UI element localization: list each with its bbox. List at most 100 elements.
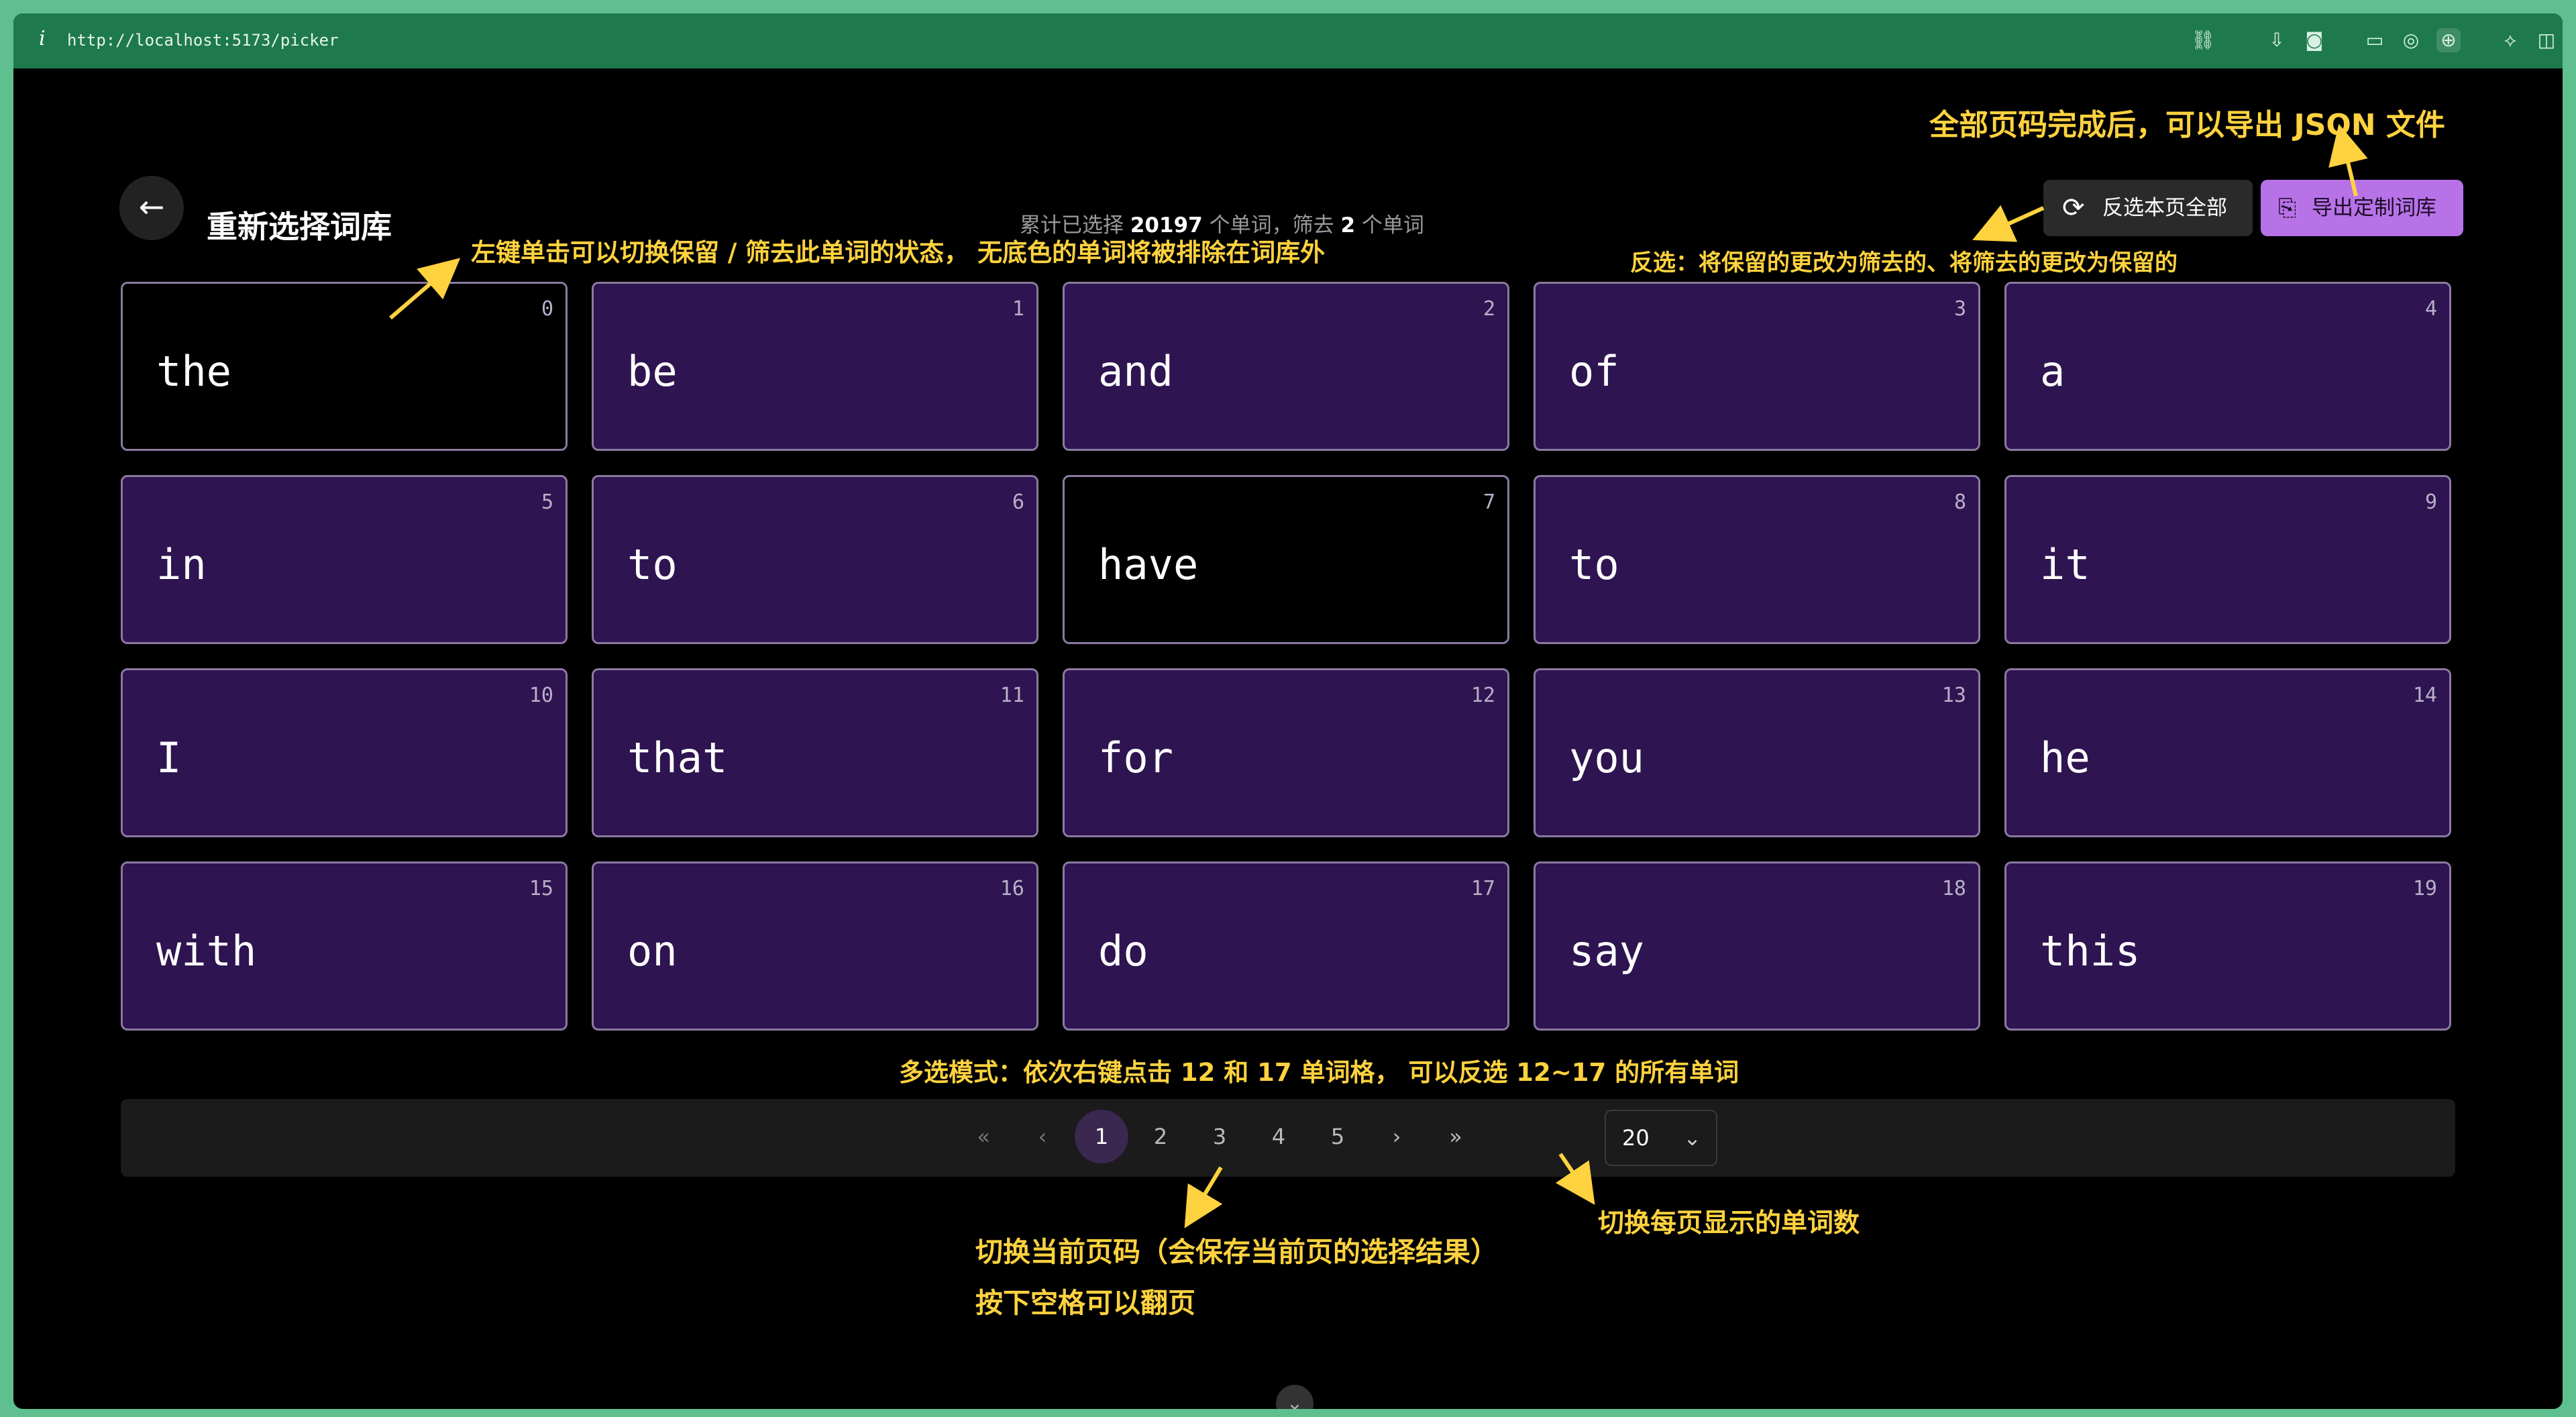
word-index: 17 [1470,877,1495,900]
arrow-invert [1972,205,2045,242]
export-wordlist-button[interactable]: ⎘ 导出定制词库 [2261,180,2463,236]
page-1-button[interactable]: 1 [1075,1110,1128,1163]
word-cell[interactable]: 12 for [1063,668,1509,837]
word-cell[interactable]: 1 be [592,282,1038,451]
word-cell[interactable]: 19 this [2004,861,2451,1031]
refresh-icon: ⟳ [2062,193,2085,223]
annotation-export: 全部页码完成后，可以导出 JSON 文件 [1929,108,2445,142]
word-text: to [627,540,678,589]
crosshair-icon[interactable]: ⊕ [2436,28,2461,52]
word-cell[interactable]: 18 say [1534,861,1980,1031]
word-text: have [1098,540,1199,589]
word-index: 2 [1483,297,1495,321]
word-index: 0 [541,297,553,321]
word-index: 8 [1953,490,1966,514]
word-cell[interactable]: 2 and [1063,282,1509,451]
url-field[interactable]: http://localhost:5173/picker [67,31,339,50]
pagination-bar: « ‹ 1 2 3 4 5 › » 20 ⌄ [121,1099,2455,1177]
annotation-invert: 反选：将保留的更改为筛去的、将筛去的更改为保留的 [1630,250,2178,276]
download-icon[interactable]: ⇩ [2265,28,2289,52]
word-text: a [2040,347,2065,396]
word-cell[interactable]: 16 on [592,861,1038,1031]
invert-page-button[interactable]: ⟳ 反选本页全部 [2043,180,2253,236]
terminal-icon[interactable]: ▭ [2363,28,2387,52]
browser-window: i http://localhost:5173/picker ⛓ ⇩ ◙ ▭ ◎… [13,13,2563,1409]
page-2-button[interactable]: 2 [1134,1110,1187,1163]
filtered-count: 2 [1340,213,1356,238]
word-cell[interactable]: 14 he [2004,668,2451,837]
word-index: 3 [1953,297,1966,321]
word-cell[interactable]: 8 to [1534,475,1980,644]
word-index: 6 [1012,490,1024,514]
word-index: 1 [1012,297,1024,321]
word-text: the [156,347,231,396]
back-button[interactable]: ← [119,176,184,240]
last-page-button[interactable]: » [1429,1110,1483,1163]
page-size-select[interactable]: 20 ⌄ [1605,1110,1717,1166]
info-icon[interactable]: i [39,27,46,50]
word-cell[interactable]: 9 it [2004,475,2451,644]
word-cell[interactable]: 17 do [1063,861,1509,1031]
word-index: 18 [1941,877,1966,900]
word-cell[interactable]: 10 I [121,668,568,837]
word-index: 12 [1470,684,1495,707]
word-index: 11 [1000,684,1024,707]
page-title: 重新选择词库 [207,209,392,245]
annotation-page-line1: 切换当前页码（会保存当前页的选择结果） [975,1236,1498,1268]
word-text: in [156,540,207,589]
annotation-page-line2: 按下空格可以翻页 [975,1287,1195,1319]
word-text: on [627,927,678,976]
word-index: 19 [2412,877,2437,900]
word-text: this [2040,927,2141,976]
word-index: 15 [529,877,553,900]
first-page-button[interactable]: « [957,1110,1010,1163]
word-cell[interactable]: 6 to [592,475,1038,644]
scroll-down-icon[interactable]: ⌄ [1276,1385,1313,1409]
annotation-pagesize: 切换每页显示的单词数 [1598,1208,1860,1239]
annotation-toggle: 左键单击可以切换保留 / 筛去此单词的状态， 无底色的单词将被排除在词库外 [471,238,1326,267]
word-text: say [1569,927,1644,976]
chevron-down-icon: ⌄ [1683,1125,1701,1151]
word-cell[interactable]: 3 of [1534,282,1980,451]
word-text: for [1098,733,1173,782]
globe-icon[interactable]: ◎ [2399,28,2423,52]
browser-toolbar: i http://localhost:5173/picker ⛓ ⇩ ◙ ▭ ◎… [13,13,2563,68]
next-page-button[interactable]: › [1370,1110,1424,1163]
export-icon: ⎘ [2278,195,2297,221]
word-cell[interactable]: 7 have [1063,475,1509,644]
word-index: 9 [2424,490,2437,514]
word-text: he [2040,733,2090,782]
camera-icon[interactable]: ◙ [2302,28,2326,52]
word-text: of [1569,347,1619,396]
word-index: 5 [541,490,553,514]
page-4-button[interactable]: 4 [1252,1110,1305,1163]
page-3-button[interactable]: 3 [1193,1110,1246,1163]
word-text: be [627,347,678,396]
word-text: to [1569,540,1619,589]
link-icon[interactable]: ⛓ [2191,28,2215,52]
word-text: I [156,733,182,782]
word-text: that [627,733,728,782]
word-cell[interactable]: 11 that [592,668,1038,837]
word-index: 14 [2412,684,2437,707]
word-cell[interactable]: 0 the [121,282,568,451]
word-text: do [1098,927,1148,976]
word-cell[interactable]: 4a [2004,282,2451,451]
prev-page-button[interactable]: ‹ [1016,1110,1069,1163]
word-cell[interactable]: 5 in [121,475,568,644]
word-index: 4 [2424,297,2437,321]
word-index: 10 [529,684,553,707]
word-index: 7 [1483,490,1495,514]
word-text: you [1569,733,1644,782]
arrow-left-icon: ← [138,189,165,225]
extensions-icon[interactable]: ⟡ [2498,28,2522,52]
word-index: 16 [1000,877,1024,900]
page-5-button[interactable]: 5 [1311,1110,1364,1163]
word-index: 13 [1941,684,1966,707]
word-cell[interactable]: 15 with [121,861,568,1031]
sidebar-icon[interactable]: ◫ [2534,28,2559,52]
word-cell[interactable]: 13 you [1534,668,1980,837]
word-text: with [156,927,257,976]
word-text: and [1098,347,1173,396]
annotation-multiselect: 多选模式：依次右键点击 12 和 17 单词格， 可以反选 12~17 的所有单… [899,1058,1739,1087]
